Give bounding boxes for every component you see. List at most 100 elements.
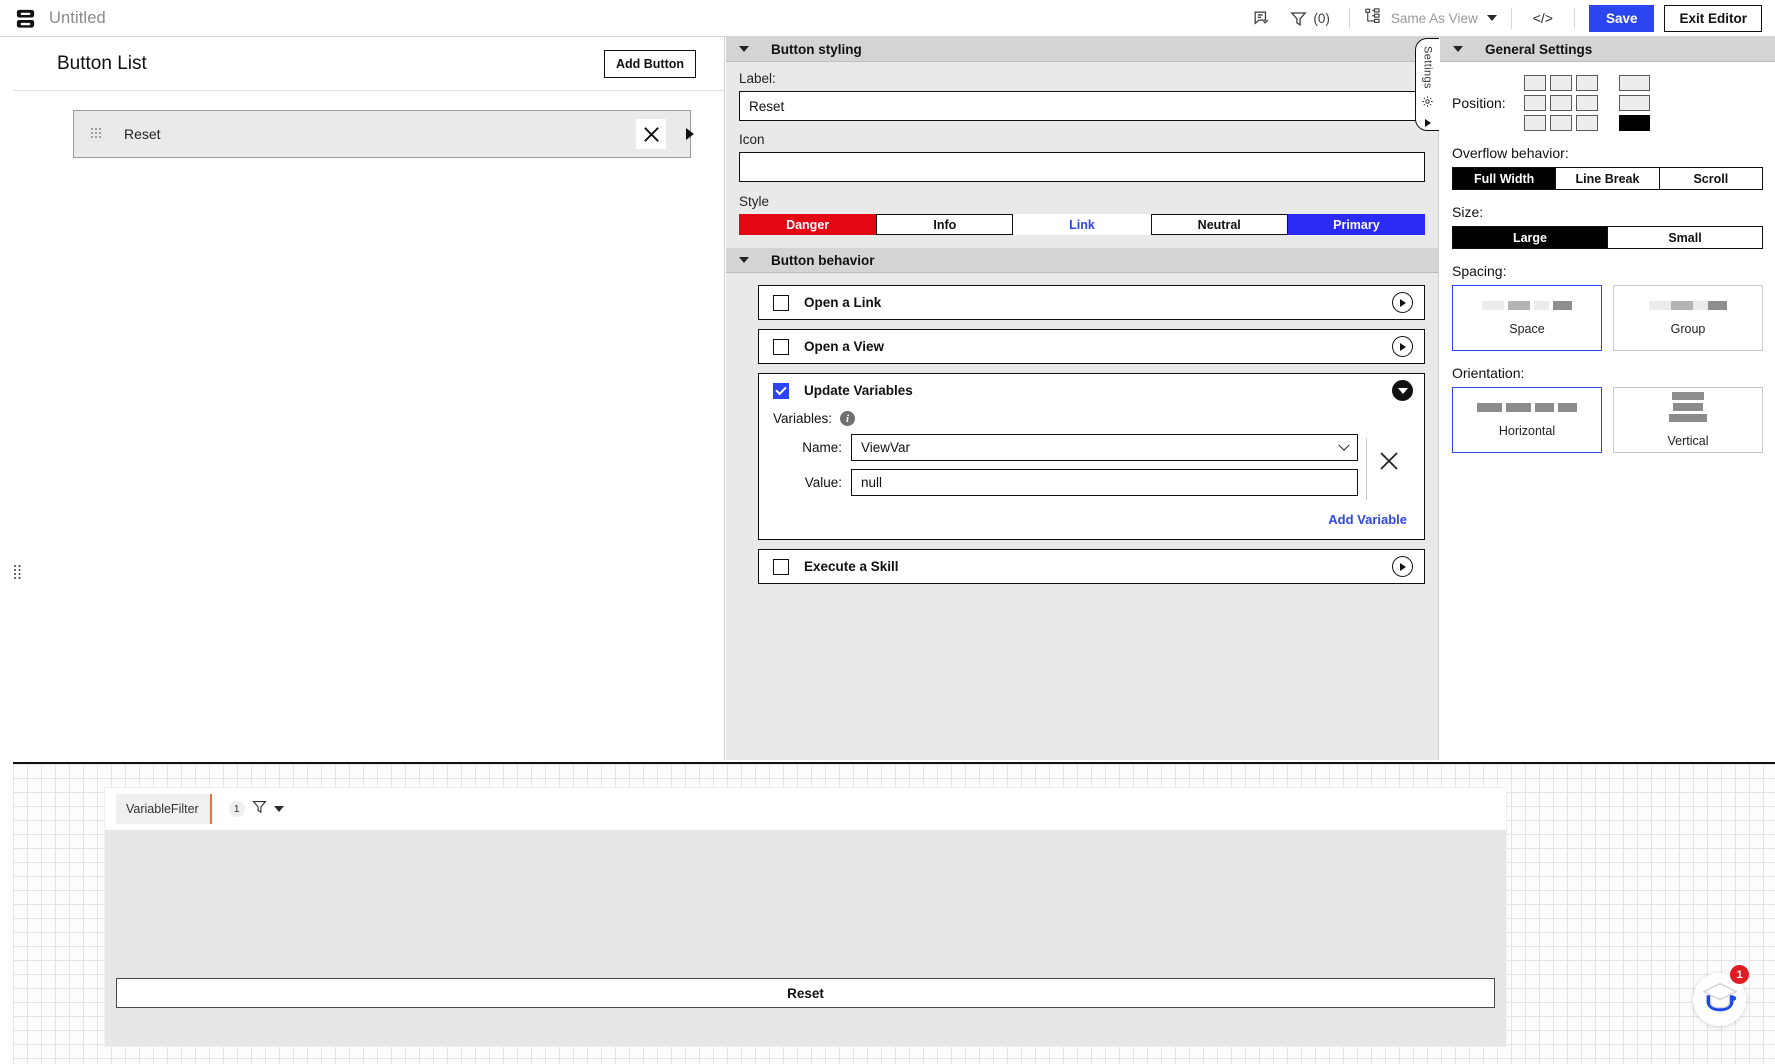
help-badge: 1	[1730, 965, 1749, 984]
position-cell-top-center[interactable]	[1550, 75, 1572, 91]
document-title[interactable]: Untitled	[49, 9, 106, 28]
orientation-option-horizontal[interactable]: Horizontal	[1452, 387, 1602, 453]
add-button-button[interactable]: Add Button	[603, 49, 696, 78]
style-option-neutral[interactable]: Neutral	[1150, 214, 1288, 235]
overflow-option-scroll[interactable]: Scroll	[1659, 168, 1762, 189]
position-cell-bottom-right[interactable]	[1576, 115, 1598, 131]
filter-count-badge: 1	[228, 801, 245, 817]
remove-button-icon[interactable]	[636, 119, 666, 149]
chevron-right-icon	[1399, 562, 1406, 571]
info-icon[interactable]: i	[840, 411, 856, 426]
overflow-behavior-group: Full Width Line Break Scroll	[1452, 167, 1763, 190]
drag-handle-icon[interactable]	[90, 127, 102, 141]
button-list-body: Reset	[13, 91, 724, 158]
position-cell-top-left[interactable]	[1524, 75, 1546, 91]
size-group: Large Small	[1452, 226, 1763, 249]
size-option-large[interactable]: Large	[1453, 227, 1608, 248]
spacing-group-preview-icon	[1649, 300, 1727, 310]
section-title: Button styling	[771, 41, 862, 57]
general-settings-panel: General Settings Position: Overflow beha…	[1440, 37, 1775, 760]
button-list-item-expand-icon[interactable]	[686, 128, 694, 140]
canvas-preview-area: VariableFilter 1 Reset 1	[13, 762, 1775, 1064]
chevron-down-icon	[1453, 46, 1463, 52]
add-variable-link[interactable]: Add Variable	[773, 504, 1411, 527]
button-list-item-label: Reset	[124, 126, 161, 142]
checkbox-execute-a-skill[interactable]	[773, 558, 789, 575]
save-button[interactable]: Save	[1588, 4, 1655, 32]
variables-caption: Variables:	[773, 411, 833, 426]
position-stack-bottom-selected[interactable]	[1619, 115, 1650, 131]
position-cell-middle-right[interactable]	[1576, 95, 1598, 111]
button-behavior-body: Open a Link Open a View Update Variables…	[726, 273, 1438, 584]
section-title: Button behavior	[771, 252, 875, 268]
panel-resize-handle[interactable]	[13, 564, 22, 580]
button-list-item-reset[interactable]: Reset	[73, 110, 694, 158]
view-selector-label: Same As View	[1390, 10, 1478, 26]
expand-toggle-open-a-view[interactable]	[1392, 336, 1413, 357]
code-view-button[interactable]: </>	[1522, 10, 1564, 26]
expand-toggle-execute-a-skill[interactable]	[1392, 556, 1413, 577]
variable-value-caption: Value:	[804, 475, 842, 490]
chevron-down-icon	[739, 257, 749, 263]
view-selector[interactable]: Same As View	[1360, 7, 1501, 30]
spacing-caption: Spacing:	[1452, 263, 1507, 279]
expand-toggle-open-a-link[interactable]	[1392, 292, 1413, 313]
general-settings-body: Position: Overflow behavior: Full Width …	[1440, 62, 1775, 453]
filter-button[interactable]: (0)	[1280, 3, 1339, 33]
page-title: Button List	[57, 52, 147, 74]
style-option-info[interactable]: Info	[876, 214, 1014, 235]
spacing-option-group[interactable]: Group	[1613, 285, 1763, 351]
variables-editor: Variables: i Name: ViewVar Value: null A…	[759, 407, 1424, 539]
behavior-card-update-variables: Update Variables Variables: i Name: View…	[758, 373, 1425, 540]
graduation-cap-icon	[1701, 980, 1738, 1019]
style-option-danger[interactable]: Danger	[739, 214, 877, 235]
icon-input[interactable]	[739, 152, 1425, 182]
overflow-option-full-width[interactable]: Full Width	[1453, 168, 1557, 189]
position-cell-bottom-left[interactable]	[1524, 115, 1546, 131]
overflow-option-line-break[interactable]: Line Break	[1556, 168, 1660, 189]
variable-name-select[interactable]: ViewVar	[851, 434, 1358, 461]
style-option-primary[interactable]: Primary	[1287, 214, 1426, 235]
position-stack-preview	[1619, 75, 1650, 131]
position-cell-middle-center[interactable]	[1550, 95, 1572, 111]
position-cell-middle-left[interactable]	[1524, 95, 1546, 111]
comment-check-icon[interactable]	[1243, 3, 1280, 33]
checkbox-open-a-link[interactable]	[773, 294, 789, 311]
preview-reset-button[interactable]: Reset	[116, 978, 1495, 1008]
toolbar-divider-3	[1573, 7, 1575, 29]
collapse-toggle-update-variables[interactable]	[1392, 380, 1413, 401]
position-cell-top-right[interactable]	[1576, 75, 1598, 91]
chevron-right-icon	[1399, 298, 1406, 307]
position-cell-bottom-center[interactable]	[1550, 115, 1572, 131]
label-input[interactable]	[739, 91, 1425, 121]
section-header-general-settings[interactable]: General Settings	[1440, 37, 1775, 62]
orientation-vertical-preview-icon	[1669, 392, 1707, 422]
filter-icon[interactable]	[251, 798, 268, 820]
section-header-button-styling[interactable]: Button styling	[726, 37, 1438, 62]
remove-variable-icon[interactable]	[1367, 434, 1411, 472]
style-option-link[interactable]: Link	[1013, 214, 1151, 235]
checkbox-open-a-view[interactable]	[773, 338, 789, 355]
chevron-down-icon[interactable]	[273, 806, 284, 812]
button-styling-body: Label: Icon Style Danger Info Link Neutr…	[726, 62, 1438, 235]
button-list-header: Button List Add Button	[13, 37, 724, 91]
position-caption: Position:	[1452, 95, 1506, 111]
size-option-small[interactable]: Small	[1608, 227, 1762, 248]
spacing-option-space[interactable]: Space	[1452, 285, 1602, 351]
behavior-label: Execute a Skill	[804, 559, 899, 574]
spacing-option-label: Space	[1509, 322, 1545, 336]
app-logo-icon	[14, 7, 37, 30]
widget-name-chip[interactable]: VariableFilter	[116, 794, 212, 824]
orientation-option-label: Horizontal	[1498, 424, 1556, 438]
behavior-label: Open a Link	[804, 295, 882, 310]
orientation-option-vertical[interactable]: Vertical	[1613, 387, 1763, 453]
checkbox-update-variables[interactable]	[773, 382, 789, 399]
position-stack-top[interactable]	[1619, 75, 1650, 91]
style-options: Danger Info Link Neutral Primary	[739, 214, 1426, 235]
exit-editor-button[interactable]: Exit Editor	[1664, 4, 1762, 32]
chevron-right-icon	[1399, 342, 1406, 351]
variable-value-input[interactable]	[851, 469, 1358, 496]
section-header-button-behavior[interactable]: Button behavior	[726, 248, 1438, 273]
settings-tab[interactable]: Settings	[1415, 38, 1439, 131]
position-stack-middle[interactable]	[1619, 95, 1650, 111]
